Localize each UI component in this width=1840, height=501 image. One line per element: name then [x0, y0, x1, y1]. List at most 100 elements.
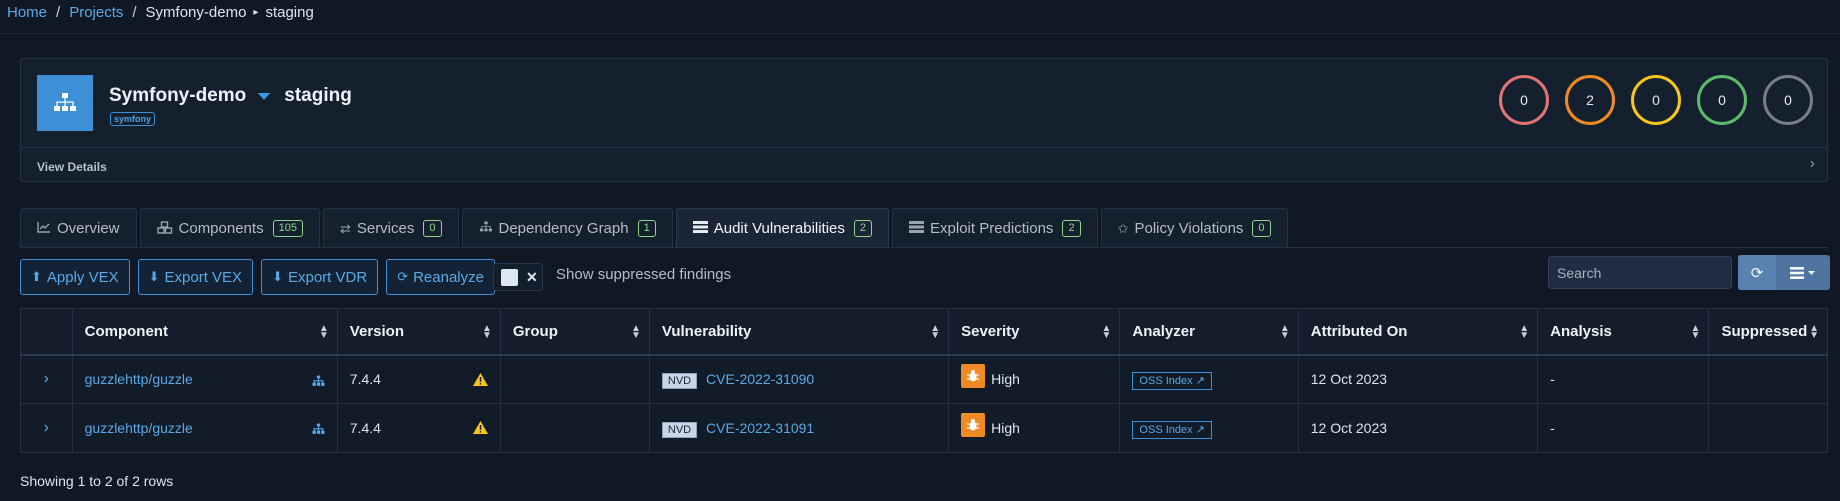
breadcrumb-home-link[interactable]: Home: [7, 4, 47, 21]
sort-icon: ▲ ▼: [1101, 323, 1112, 341]
sort-icon: ▲ ▼: [1519, 323, 1530, 341]
columns-button[interactable]: [1776, 255, 1830, 290]
breadcrumb-version: staging: [265, 3, 314, 21]
severity-summary: 0 2 0 0 0: [1499, 75, 1813, 125]
project-tag[interactable]: symfony: [110, 112, 156, 126]
tab-policy-violations[interactable]: ✩ Policy Violations 0: [1100, 208, 1288, 248]
apply-vex-button[interactable]: ⬆ Apply VEX: [20, 259, 130, 295]
vulnerability-link[interactable]: CVE-2022-31090: [706, 371, 814, 387]
sitemap-icon[interactable]: [312, 374, 325, 390]
component-link[interactable]: guzzlehttp/guzzle: [85, 371, 193, 387]
analyzer-link[interactable]: OSS Index ↗: [1132, 421, 1212, 439]
header-group[interactable]: Group ▲ ▼: [499, 308, 650, 356]
analyzer-cell: OSS Index ↗: [1119, 403, 1299, 453]
header-analysis[interactable]: Analysis ▲ ▼: [1537, 308, 1710, 356]
breadcrumb-separator: /: [132, 3, 137, 21]
severity-label: High: [991, 371, 1020, 388]
component-cell: guzzlehttp/guzzle: [71, 354, 338, 404]
attributed-on-cell: 12 Oct 2023: [1297, 354, 1539, 404]
sitemap-icon: [479, 221, 493, 236]
tab-overview[interactable]: Overview: [20, 208, 137, 248]
severity-label: High: [991, 420, 1020, 436]
tab-dependency-graph[interactable]: Dependency Graph 1: [461, 208, 673, 248]
breadcrumb-separator: /: [56, 3, 61, 21]
count-badge: 2: [853, 220, 873, 237]
header-expand: [20, 308, 73, 356]
bug-icon: [961, 413, 986, 437]
chart-line-icon: [37, 221, 51, 236]
breadcrumb-projects-link[interactable]: Projects: [69, 4, 123, 21]
chevron-right-icon[interactable]: ›: [1810, 155, 1815, 173]
header-vulnerability[interactable]: Vulnerability ▲ ▼: [648, 308, 950, 356]
critical-count: 0: [1499, 75, 1549, 125]
refresh-icon: ⟳: [397, 269, 409, 284]
button-label: Reanalyze: [413, 268, 484, 286]
view-details-link[interactable]: View Details: [37, 160, 107, 174]
tab-services[interactable]: ⇄ Services 0: [322, 208, 459, 248]
tab-label: Overview: [57, 220, 120, 237]
tab-audit-vulnerabilities[interactable]: Audit Vulnerabilities 2: [675, 208, 890, 248]
upload-icon: ⬆: [31, 269, 42, 284]
header-severity[interactable]: Severity ▲ ▼: [948, 308, 1121, 356]
download-icon: ⬇: [148, 269, 160, 284]
table-row[interactable]: › guzzlehttp/guzzle 7.4.4 NVD CVE-2022-3…: [20, 403, 1828, 453]
warning-icon: [472, 421, 488, 437]
header-analyzer[interactable]: Analyzer ▲ ▼: [1119, 308, 1299, 356]
tab-exploit-predictions[interactable]: Exploit Predictions 2: [892, 208, 1098, 248]
sort-icon: ▲ ▼: [481, 323, 492, 341]
divider: [21, 147, 1827, 148]
sitemap-icon-svg: [54, 93, 76, 111]
sitemap-icon[interactable]: [312, 422, 325, 438]
component-link[interactable]: guzzlehttp/guzzle: [85, 420, 193, 436]
refresh-button[interactable]: ⟳: [1738, 255, 1776, 290]
component-cell: guzzlehttp/guzzle: [71, 403, 338, 453]
version-cell: 7.4.4: [336, 403, 501, 453]
expand-row-chevron-icon[interactable]: ›: [20, 354, 73, 404]
pagination-info: Showing 1 to 2 of 2 rows: [20, 473, 174, 489]
breadcrumb: Home / Projects / Symfony-demo ▸ staging: [7, 2, 314, 22]
tab-components[interactable]: Components 105: [139, 208, 320, 248]
search-input[interactable]: [1548, 256, 1732, 289]
sitemap-icon: [37, 75, 93, 131]
analyzer-link[interactable]: OSS Index ↗: [1132, 372, 1212, 391]
count-badge: 0: [1252, 220, 1271, 237]
suppressed-cell: [1708, 403, 1828, 453]
vulnerability-link[interactable]: CVE-2022-31091: [706, 420, 814, 436]
tab-bar: Overview Components 105 ⇄ Services 0 Dep…: [20, 208, 1291, 248]
button-label: Apply VEX: [46, 268, 119, 286]
button-label: Export VDR: [287, 268, 368, 286]
analysis-cell: -: [1537, 354, 1710, 404]
header-version[interactable]: Version ▲ ▼: [336, 308, 501, 356]
count-badge: 1: [637, 220, 656, 237]
sort-icon: ▲ ▼: [318, 323, 329, 341]
count-badge: 105: [272, 220, 303, 237]
header-component[interactable]: Component ▲ ▼: [71, 308, 338, 356]
attributed-on-cell: 12 Oct 2023: [1297, 403, 1539, 453]
show-suppressed-checkbox[interactable]: [501, 268, 518, 286]
tab-label: Dependency Graph: [498, 220, 629, 237]
bug-icon: [961, 364, 986, 389]
cubes-icon: [156, 220, 173, 237]
header-suppressed[interactable]: Suppressed ▲ ▼: [1708, 308, 1828, 356]
header-attributed-on[interactable]: Attributed On ▲ ▼: [1297, 308, 1539, 356]
close-icon[interactable]: ✕: [526, 269, 538, 286]
caret-right-icon: ▸: [253, 6, 259, 18]
table-row[interactable]: › guzzlehttp/guzzle 7.4.4 NVD CVE-2022-3…: [20, 354, 1828, 404]
suppressed-toggle[interactable]: ✕: [493, 263, 543, 291]
reanalyze-button[interactable]: ⟳ Reanalyze: [386, 259, 495, 295]
sort-icon: ▲ ▼: [631, 323, 641, 341]
export-vex-button[interactable]: ⬇ Export VEX: [137, 259, 254, 295]
tab-label: Audit Vulnerabilities: [713, 220, 845, 237]
export-vdr-button[interactable]: ⬇ Export VDR: [261, 259, 379, 295]
breadcrumb-project: Symfony-demo: [145, 3, 247, 21]
tasks-icon: [692, 221, 708, 236]
caret-down-icon[interactable]: [258, 92, 271, 100]
table-header-row: Component ▲ ▼ Version ▲ ▼ Group ▲ ▼ Vulnerabil…: [20, 308, 1828, 356]
external-link-icon: ↗: [1195, 375, 1205, 388]
divider: [0, 33, 1840, 34]
severity-cell: High: [948, 354, 1121, 404]
source-badge: NVD: [661, 422, 698, 438]
expand-row-chevron-icon[interactable]: ›: [20, 403, 73, 453]
table-tools: ⟳: [1738, 255, 1830, 290]
count-badge: 2: [1062, 220, 1081, 237]
